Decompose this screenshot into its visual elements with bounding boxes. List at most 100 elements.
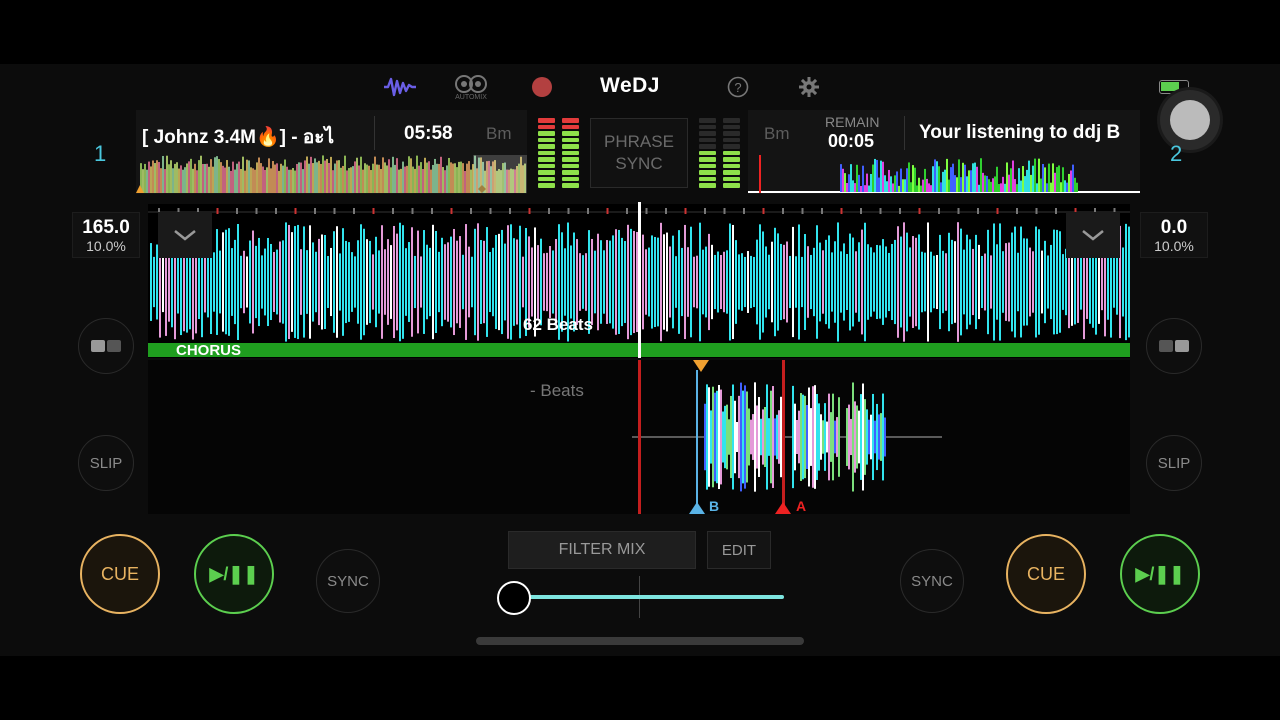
overview-bar [982, 172, 984, 192]
overview-bar [230, 170, 232, 193]
crossfader-track[interactable] [500, 595, 784, 599]
waveform-bar [726, 404, 728, 470]
waveform-bar [714, 392, 716, 482]
overview-bar [270, 168, 272, 193]
beat-tick [938, 208, 940, 214]
record-button[interactable] [532, 77, 552, 97]
deck1-cue-button[interactable]: CUE [80, 534, 160, 614]
edit-button[interactable]: EDIT [707, 531, 771, 569]
waveform-bar [486, 227, 488, 337]
overview-bar [398, 169, 400, 193]
waveform-bar [796, 419, 798, 455]
overview-bar [1074, 177, 1076, 192]
overview-bar [928, 183, 930, 192]
waveform-bar [906, 232, 908, 332]
overview-bar [448, 157, 450, 193]
waveform-icon[interactable] [382, 74, 418, 100]
deck2-waveform[interactable] [148, 360, 1130, 514]
waveform-bar [609, 240, 611, 324]
deck1-bpm-display[interactable]: 165.0 10.0% [72, 212, 140, 258]
waveform-bar [489, 251, 491, 313]
beat-tick [489, 208, 492, 214]
waveform-bar [516, 239, 518, 325]
deck1-overview-waveform[interactable] [136, 155, 527, 193]
deck2-overview-waveform[interactable] [748, 155, 1140, 193]
waveform-bar [501, 229, 503, 335]
deck2-slip-button[interactable]: SLIP [1146, 435, 1202, 491]
overview-bar [158, 162, 160, 193]
waveform-bar [828, 235, 830, 329]
deck2-collapse-button[interactable] [1066, 212, 1120, 258]
overview-bar [916, 185, 918, 192]
overview-bar [274, 164, 276, 193]
settings-gear-icon[interactable] [797, 75, 821, 99]
waveform-bar [696, 255, 698, 309]
waveform-bar [830, 412, 832, 462]
waveform-bar [246, 256, 248, 308]
deck1-collapse-button[interactable] [158, 212, 212, 258]
overview-bar [172, 168, 174, 193]
overview-bar [252, 168, 254, 193]
waveform-bar [762, 409, 764, 465]
waveform-bar [795, 256, 797, 308]
waveform-bar [921, 251, 923, 313]
slip-label: SLIP [89, 454, 123, 472]
overview-bar [400, 168, 402, 193]
deck2-bpm-display[interactable]: 0.0 10.0% [1140, 212, 1208, 258]
filter-mix-button[interactable]: FILTER MIX [508, 531, 696, 569]
waveform-bar [1056, 229, 1058, 335]
overview-bar [1050, 182, 1052, 192]
overview-bar [924, 168, 926, 192]
overview-bar [1026, 169, 1028, 192]
overview-bar [408, 156, 410, 193]
waveform-bar [828, 393, 830, 481]
waveform-bar [726, 250, 728, 314]
automix-button[interactable]: AUTOMIX [452, 70, 490, 104]
deck1-mode-toggle[interactable] [78, 318, 134, 374]
overview-bar [214, 157, 216, 193]
deck1-sync-button[interactable]: SYNC [316, 549, 380, 613]
overview-bar [342, 165, 344, 193]
deck1-play-pause-button[interactable]: ▶/❚❚ [194, 534, 274, 614]
assistive-touch-button[interactable] [1160, 90, 1220, 150]
waveform-bar [712, 386, 714, 488]
deck1-track-title: [ Johnz 3.4M🔥] - อะไ [142, 127, 335, 148]
overview-bar [906, 168, 908, 192]
deck2-remain-label: REMAIN [825, 114, 880, 130]
waveform-bar [414, 255, 416, 309]
waveform-bar [285, 222, 287, 342]
help-icon[interactable]: ? [726, 75, 750, 99]
overview-bar [344, 155, 346, 193]
waveform-bar [1017, 252, 1019, 312]
waveform-bar [372, 254, 374, 310]
overview-bar [420, 162, 422, 193]
loop-a-line [782, 360, 785, 510]
waveform-bar [591, 238, 593, 326]
deck2-track-title: Your listening to ddj B [919, 122, 1121, 143]
home-indicator[interactable] [476, 637, 804, 645]
phrase-sync-button[interactable]: PHRASE SYNC [590, 118, 688, 188]
overview-bar [336, 160, 338, 193]
waveform-bar [306, 250, 308, 314]
deck1-slip-button[interactable]: SLIP [78, 435, 134, 491]
waveform-bar [504, 243, 506, 321]
deck1-time: 05:58 [404, 123, 453, 144]
waveform-bar [756, 405, 758, 469]
beat-tick [860, 208, 862, 214]
overview-bar [332, 170, 334, 193]
waveform-bar [1014, 226, 1016, 338]
waveform-bar [813, 247, 815, 317]
beat-tick [294, 208, 297, 214]
waveform-bar [736, 421, 738, 453]
crossfader-knob[interactable] [497, 581, 532, 615]
deck2-sync-button[interactable]: SYNC [900, 549, 964, 613]
overview-bar [366, 164, 368, 193]
waveform-bar [429, 247, 431, 317]
overview-bar [144, 163, 146, 193]
deck2-play-pause-button[interactable]: ▶/❚❚ [1120, 534, 1200, 614]
waveform-bar [738, 395, 740, 479]
deck2-cue-button[interactable]: CUE [1006, 534, 1086, 614]
waveform-bar [1032, 251, 1034, 313]
deck2-mode-toggle[interactable] [1146, 318, 1202, 374]
waveform-bar [882, 393, 884, 481]
